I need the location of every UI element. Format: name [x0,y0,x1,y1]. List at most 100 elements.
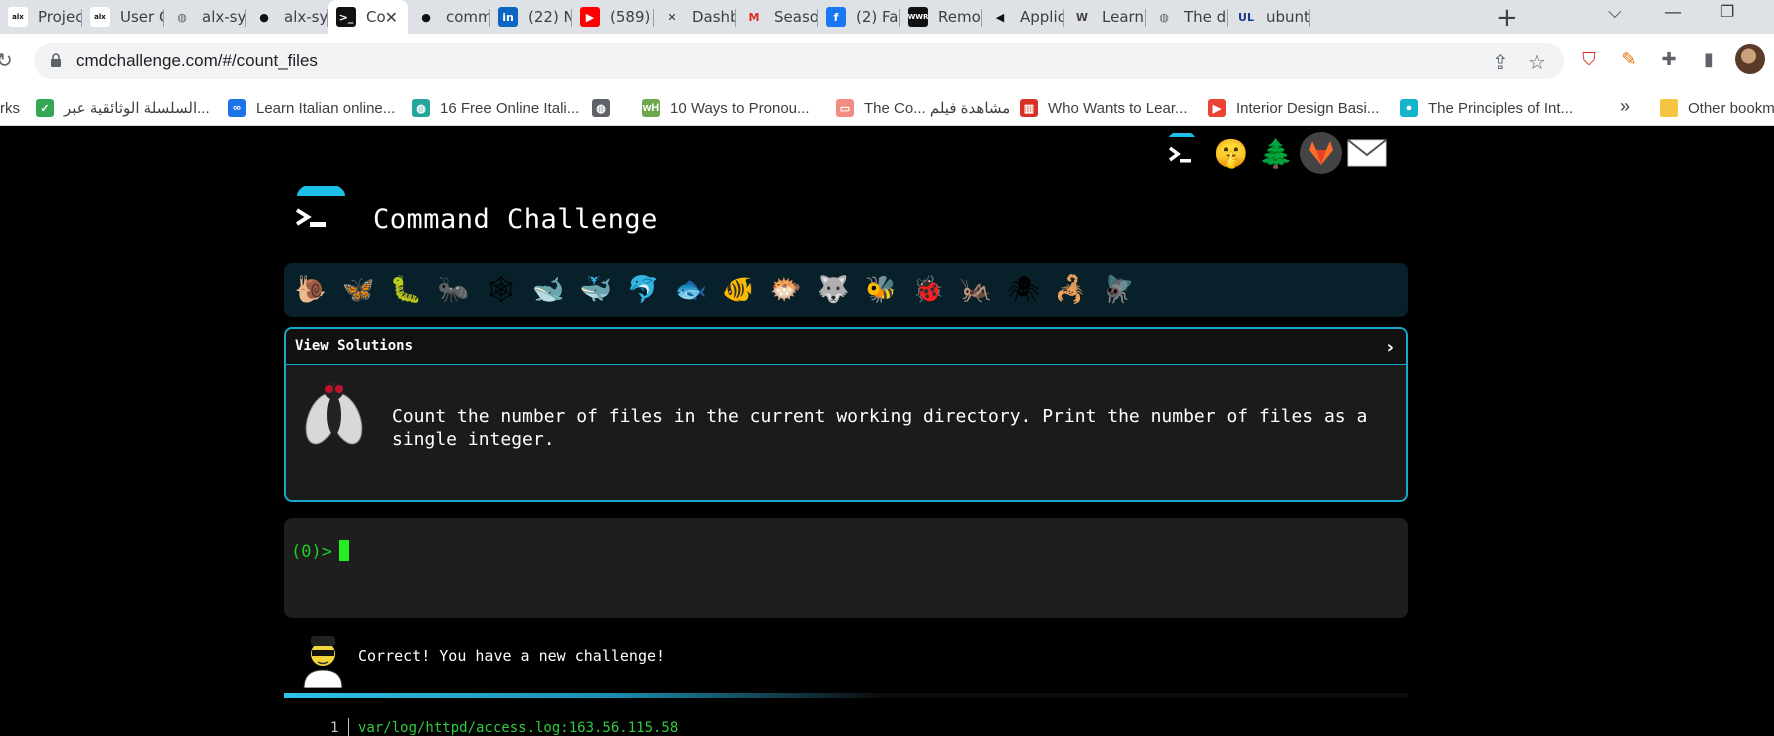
browser-tab[interactable]: W Learn [1064,2,1146,32]
dashboard-icon: ✕ [667,10,677,24]
terminal-cursor[interactable] [339,540,349,561]
whale-spout-icon[interactable]: 🐳 [577,271,615,309]
address-bar[interactable]: cmdchallenge.com/#/count_files ⇪ ☆ [34,43,1564,79]
ladybug-icon[interactable]: 🐞 [910,271,948,309]
challenge-panel: View Solutions › Count the number of fil… [284,327,1408,502]
tab-title: The di [1184,8,1228,26]
ant-icon[interactable]: 🐜 [435,271,473,309]
challenge-description: Count the number of files in the current… [392,406,1368,450]
bookmarks-overflow-button[interactable]: » [1620,96,1630,116]
tree-icon[interactable]: 🌲 [1255,132,1297,174]
bookmark-label: 16 Free Online Itali... [440,99,580,117]
browser-tab[interactable]: >_ Co ✕ [328,0,408,34]
tab-title: Applic [1020,8,1064,26]
play-circle-icon: ▶ [1208,99,1226,117]
movie-icon: ▭ [836,99,854,117]
bookmark-item[interactable]: rks [0,98,20,118]
minimize-button[interactable]: — [1664,2,1682,23]
new-tab-button[interactable]: + [1496,3,1518,33]
dolphin-icon[interactable]: 🐬 [625,271,663,309]
restore-button[interactable]: ❐ [1720,2,1734,21]
close-tab-icon[interactable]: ✕ [385,8,398,27]
browser-tab[interactable]: ◍ alx-sys [164,2,246,32]
tab-title: (589) v [610,8,654,26]
gitlab-icon[interactable] [1300,132,1342,174]
browser-tab[interactable]: alx Projec [0,2,82,32]
spider-icon[interactable]: 🕷 [1005,271,1043,309]
babbel-icon: ∞ [228,99,246,117]
folder-icon [1660,99,1678,117]
site-logo-icon[interactable] [291,186,349,244]
lock-icon[interactable] [50,53,62,67]
browser-tab[interactable]: ✕ Dashb [654,2,736,32]
other-bookmarks-folder[interactable]: Other bookm [1660,98,1774,118]
share-icon[interactable]: ⇪ [1492,50,1509,74]
reload-icon[interactable]: ↻ [0,48,13,72]
browser-tab[interactable]: ● comm [408,2,490,32]
bookmark-item[interactable]: ◍ 16 Free Online Itali... [412,98,579,118]
whale-icon[interactable]: 🐋 [530,271,568,309]
browser-tab[interactable]: ▶ (589) v [572,2,654,32]
bookmark-item[interactable]: ∞ Learn Italian online... [228,98,395,118]
facebook-icon: f [826,7,846,27]
bookmarks-bar: rks ✓ السلسلة الوثائقية عبر... ∞ Learn Itali… [0,90,1774,126]
bookmark-item[interactable]: ◍ [592,98,620,118]
challenge-progress-bar [284,693,1408,698]
profile-avatar[interactable] [1735,44,1765,74]
caterpillar-icon[interactable]: 🐛 [387,271,425,309]
tab-search-chevron-icon[interactable]: ⌵ [1608,2,1622,23]
browser-tab[interactable]: M Season [736,2,818,32]
tropical-fish-icon[interactable]: 🐠 [720,271,758,309]
side-panel-icon[interactable]: ▮ [1696,46,1722,72]
feedback-message: Correct! You have a new challenge! [358,647,666,665]
shield-extension-icon[interactable]: ⛉ [1576,46,1602,72]
blowfish-icon[interactable]: 🐡 [767,271,805,309]
browser-tab[interactable]: ◍ The di [1146,2,1228,32]
spider-web-icon[interactable]: 🕸 [482,271,520,309]
bee-icon[interactable]: 🐝 [862,271,900,309]
site-title[interactable]: Command Challenge [373,204,658,235]
challenge-progress-critters: 🐌 🦋 🐛 🐜 🕸 🐋 🐳 🐬 🐟 🐠 🐡 🐺 🐝 🐞 🦗 🕷 🦂 🪰 [284,263,1408,317]
output-line-number: 1 [330,720,339,736]
fly-icon[interactable]: 🪰 [1100,271,1138,309]
browser-tab[interactable]: WWR Remot [900,2,982,32]
wolf-icon[interactable]: 🐺 [815,271,853,309]
chevron-right-icon[interactable]: › [1387,337,1394,358]
url-text[interactable]: cmdchallenge.com/#/count_files [76,51,318,71]
bookmark-item[interactable]: ▶ Interior Design Basi... [1208,98,1379,118]
bookmark-item[interactable]: ✓ السلسلة الوثائقية عبر... [36,98,210,118]
snail-icon[interactable]: 🐌 [292,271,330,309]
view-solutions-header[interactable]: View Solutions › [286,329,1406,365]
terminal-prompt: (0)> [291,542,332,562]
envelope-icon[interactable] [1346,132,1388,174]
bookmark-label: The Co... مشاهدة فيلم [864,100,1011,117]
bookmark-item[interactable]: ▭ The Co... مشاهدة فيلم [836,98,1010,118]
scorpion-icon[interactable]: 🦂 [1052,271,1090,309]
butterfly-icon[interactable]: 🦋 [340,271,378,309]
view-solutions-label[interactable]: View Solutions [295,338,413,354]
browser-tab[interactable]: UL ubuntu [1228,2,1310,32]
tab-title: comm [446,8,490,26]
cricket-icon[interactable]: 🦗 [957,271,995,309]
linkedin-icon: in [498,7,518,27]
bookmark-item[interactable]: ● The Principles of Int... [1400,98,1573,118]
extensions-puzzle-icon[interactable]: ✚ [1656,46,1682,72]
bookmark-item[interactable]: ▥ Who Wants to Lear... [1020,98,1188,118]
browser-tab[interactable]: in (22) N [490,2,572,32]
color-picker-extension-icon[interactable]: ✎ [1616,46,1642,72]
shushing-face-icon[interactable]: 🤫 [1210,132,1252,174]
globe-icon: ◍ [592,99,610,117]
bookmark-star-icon[interactable]: ☆ [1528,50,1546,74]
browser-tab[interactable]: ◀ Applic [982,2,1064,32]
browser-tab[interactable]: alx User C [82,2,164,32]
fly-icon [305,382,363,445]
fish-icon[interactable]: 🐟 [672,271,710,309]
terminal-icon: >_ [336,7,356,27]
megaphone-icon: ◀ [995,10,1005,24]
terminal-icon[interactable] [1160,132,1202,174]
browser-tab[interactable]: f (2) Fac [818,2,900,32]
bookmark-item[interactable]: wH 10 Ways to Pronou... [642,98,810,118]
browser-tab[interactable]: ● alx-sys [246,2,328,32]
other-bookmarks-label: Other bookm [1688,99,1774,117]
command-terminal[interactable]: (0)> [284,518,1408,618]
